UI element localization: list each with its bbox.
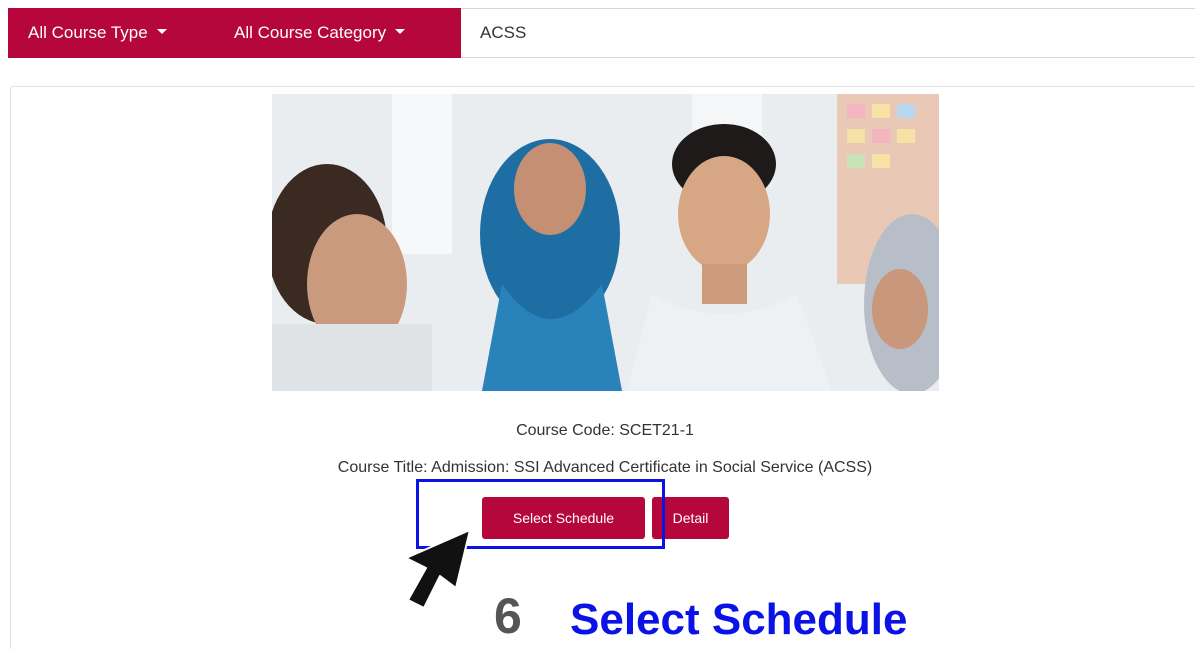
course-title: Course Title: Admission: SSI Advanced Ce… — [337, 459, 873, 476]
caret-down-icon — [395, 29, 406, 35]
step-label: Select Schedule — [570, 595, 908, 644]
step-number: 6 — [494, 588, 522, 644]
group-photo-illustration — [272, 94, 939, 391]
course-search-page: All Course Type All Course Category ACSS… — [0, 0, 1195, 649]
filter-bar: All Course Type All Course Category — [8, 8, 1195, 58]
caret-down-icon — [156, 29, 167, 35]
pointer-cursor-icon — [405, 529, 471, 609]
course-type-label: All Course Type — [28, 23, 148, 42]
course-search-input[interactable] — [468, 9, 1195, 57]
course-code: Course Code: SCET21-1 — [516, 422, 694, 439]
course-image — [272, 94, 939, 391]
course-category-dropdown[interactable]: All Course Category — [220, 8, 461, 58]
course-category-label: All Course Category — [234, 23, 387, 42]
course-type-dropdown[interactable]: All Course Type — [8, 8, 220, 58]
